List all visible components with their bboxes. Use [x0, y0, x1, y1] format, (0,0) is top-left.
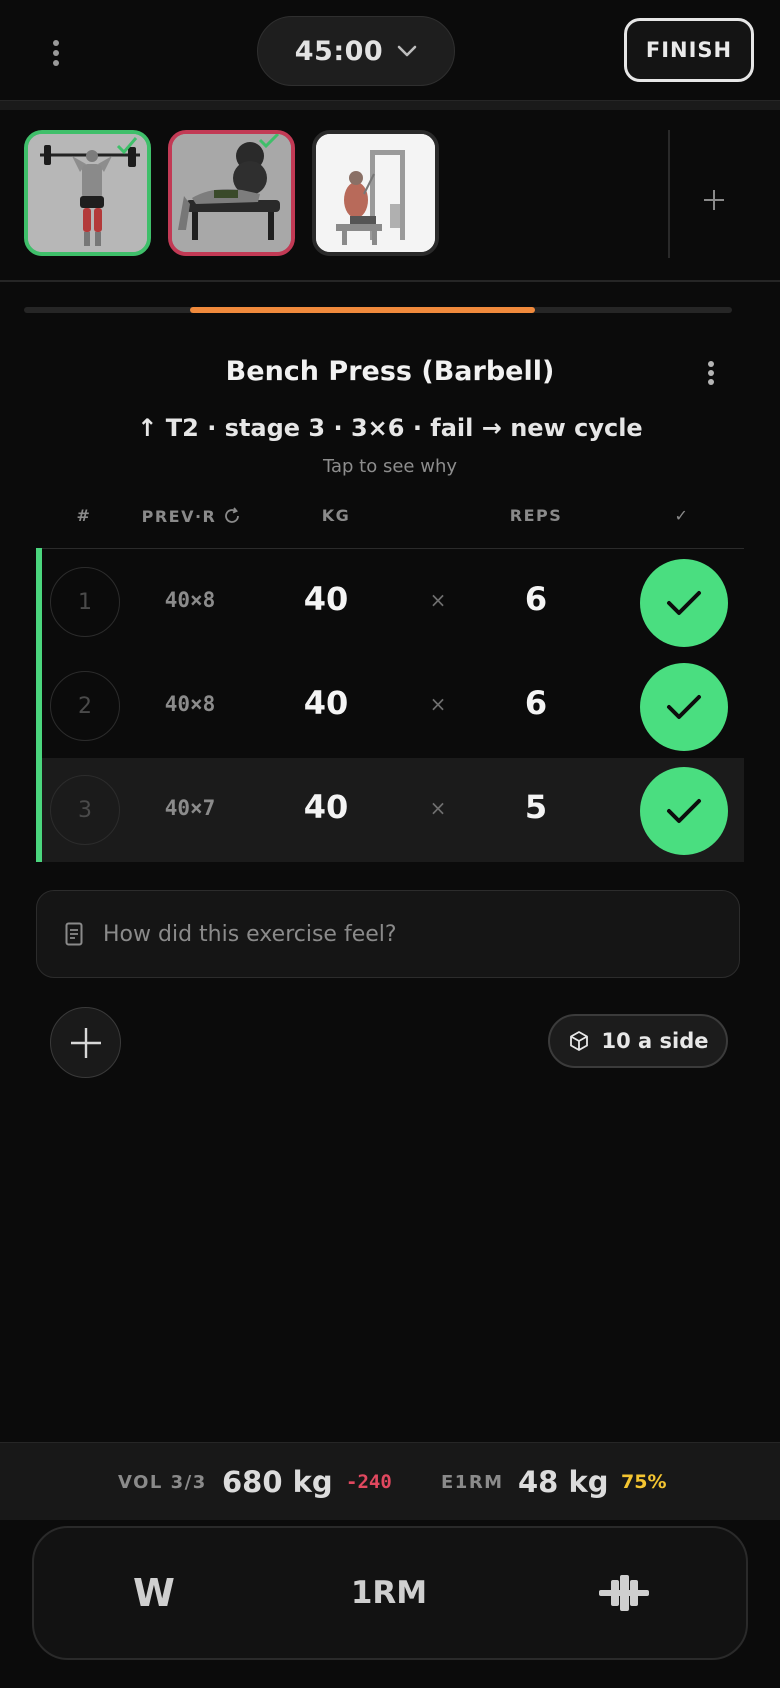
table-header-divider [36, 548, 744, 549]
cube-icon [569, 1031, 588, 1051]
volume-delta: -240 [346, 1471, 392, 1493]
progression-status[interactable]: ↑ T2 · stage 3 · 3×6 · fail → new cycle [0, 414, 780, 442]
set-reps-input[interactable]: 5 [486, 788, 586, 826]
cable-row-illustration [316, 134, 435, 252]
e1rm-label: E1RM [441, 1471, 504, 1493]
workout-stats-bar: VOL 3/3 680 kg -240 E1RM 48 kg 75% [0, 1442, 780, 1520]
set-kg-input[interactable]: 40 [276, 580, 376, 618]
thumb-bench-press[interactable] [168, 130, 295, 256]
timer-button[interactable]: 45:00 [257, 16, 455, 86]
check-icon [667, 799, 701, 823]
progression-why-link[interactable]: Tap to see why [0, 456, 780, 477]
set-times: × [429, 692, 447, 716]
exercise-progress-bar [24, 307, 732, 313]
set-row-1: 1 40×8 40 × 6 [36, 550, 744, 654]
set-number[interactable]: 1 [50, 567, 120, 637]
set-row-3: 3 40×7 40 × 5 [36, 758, 744, 862]
refresh-icon [225, 507, 240, 523]
one-rep-max-button[interactable]: 1RM [334, 1528, 444, 1658]
set-complete-button[interactable] [640, 767, 728, 855]
exercise-title[interactable]: Bench Press (Barbell) [0, 356, 780, 387]
plus-icon [704, 190, 724, 210]
overhead-press-illustration [28, 134, 147, 252]
col-header-prev[interactable]: PREV·R [136, 506, 248, 526]
set-reps-input[interactable]: 6 [486, 580, 586, 618]
volume-value: 680 kg [222, 1465, 333, 1499]
col-header-prev-label: PREV·R [141, 506, 217, 526]
progress-fill [190, 307, 536, 313]
set-number[interactable]: 3 [50, 775, 120, 845]
volume-label: VOL 3/3 [118, 1471, 207, 1493]
exercise-note-input[interactable]: How did this exercise feel? [36, 890, 740, 978]
set-prev[interactable]: 40×8 [140, 588, 240, 612]
thumb-seated-cable-row[interactable] [312, 130, 439, 256]
e1rm-percent: 75% [621, 1471, 667, 1493]
set-number[interactable]: 2 [50, 671, 120, 741]
header-divider [0, 100, 780, 110]
add-set-button[interactable] [50, 1007, 121, 1078]
bench-press-illustration [172, 134, 291, 252]
barbell-plates-icon [599, 1575, 649, 1611]
check-icon [667, 591, 701, 615]
bottom-toolbar: W 1RM [32, 1526, 748, 1660]
set-kg-input[interactable]: 40 [276, 684, 376, 722]
set-prev[interactable]: 40×8 [140, 692, 240, 716]
plate-calculator-button[interactable] [574, 1528, 674, 1658]
set-kg-input[interactable]: 40 [276, 788, 376, 826]
col-header-kg: KG [321, 506, 351, 525]
finish-button[interactable]: FINISH [624, 18, 754, 82]
col-header-number: # [76, 506, 92, 525]
thumb-divider [668, 130, 670, 258]
exercise-menu-icon[interactable] [707, 361, 715, 385]
set-reps-input[interactable]: 6 [486, 684, 586, 722]
col-header-check: ✓ [674, 506, 690, 525]
col-header-reps: REPS [509, 506, 563, 525]
add-exercise-button[interactable] [684, 170, 744, 230]
section-divider [0, 280, 780, 282]
thumb-overhead-press[interactable] [24, 130, 151, 256]
set-complete-button[interactable] [640, 559, 728, 647]
set-times: × [429, 796, 447, 820]
plates-label: 10 a side [601, 1029, 709, 1053]
check-icon [667, 695, 701, 719]
e1rm-value: 48 kg [518, 1465, 609, 1499]
plates-per-side-button[interactable]: 10 a side [548, 1014, 728, 1068]
chevron-down-icon [397, 45, 417, 57]
plus-icon [70, 1027, 101, 1058]
set-complete-button[interactable] [640, 663, 728, 751]
timer-value: 45:00 [294, 35, 384, 67]
note-icon [65, 922, 83, 946]
note-placeholder: How did this exercise feel? [103, 921, 397, 947]
set-times: × [429, 588, 447, 612]
set-prev[interactable]: 40×7 [140, 796, 240, 820]
set-row-2: 2 40×8 40 × 6 [36, 654, 744, 758]
menu-kebab-icon[interactable] [52, 40, 60, 66]
warmup-button[interactable]: W [114, 1528, 194, 1658]
completed-sets-accent [36, 548, 42, 862]
